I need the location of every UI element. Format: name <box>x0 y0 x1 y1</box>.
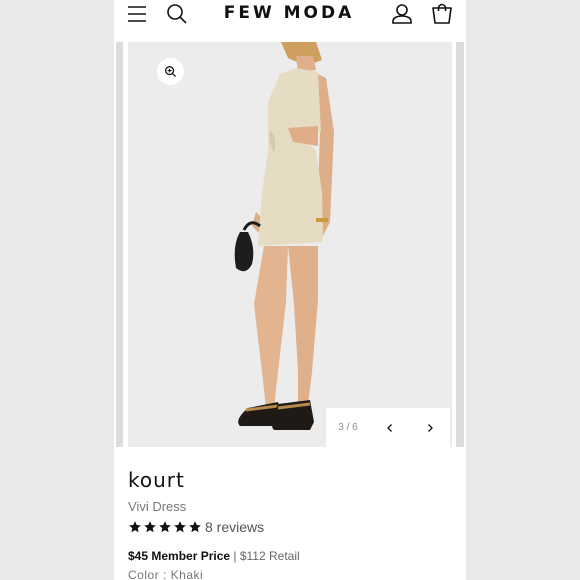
product-page: FEW MODA 3 / 6 kourt Vivi Dress 8 review… <box>114 0 466 580</box>
site-header: FEW MODA <box>114 0 466 42</box>
zoom-icon[interactable] <box>157 58 184 85</box>
chevron-left-icon <box>387 423 392 432</box>
menu-icon[interactable] <box>125 2 149 26</box>
retail-price: | $112 Retail <box>230 549 300 563</box>
star-icon <box>129 521 141 533</box>
star-icon <box>189 521 201 533</box>
product-info: kourt Vivi Dress 8 reviews $45 Member Pr… <box>128 468 458 580</box>
review-count-link[interactable]: 8 reviews <box>205 519 264 535</box>
next-slide-button[interactable] <box>410 408 450 447</box>
next-slide-peek <box>456 42 464 447</box>
star-icon <box>159 521 171 533</box>
slide-counter: 3 / 6 <box>338 422 358 433</box>
product-gallery[interactable]: 3 / 6 <box>114 42 466 447</box>
previous-slide-button[interactable] <box>370 408 410 447</box>
price-row: $45 Member Price | $112 Retail <box>128 549 458 563</box>
chevron-right-icon <box>428 423 433 432</box>
star-icon <box>144 521 156 533</box>
star-icon <box>174 521 186 533</box>
store-logo[interactable]: FEW MODA <box>214 3 364 23</box>
vendor-name[interactable]: kourt <box>128 468 458 496</box>
previous-slide-peek <box>116 42 123 447</box>
product-title: Vivi Dress <box>128 499 187 514</box>
account-icon[interactable] <box>390 2 414 26</box>
cart-icon[interactable] <box>430 2 454 26</box>
product-image[interactable] <box>128 42 452 447</box>
star-rating <box>128 520 202 534</box>
rating-row[interactable]: 8 reviews <box>128 519 458 535</box>
slide-pager: 3 / 6 <box>326 408 450 447</box>
search-icon[interactable] <box>165 2 189 26</box>
model-photo <box>234 42 334 430</box>
color-label: Color : Khaki <box>128 568 204 580</box>
member-price: $45 Member Price <box>128 549 231 563</box>
